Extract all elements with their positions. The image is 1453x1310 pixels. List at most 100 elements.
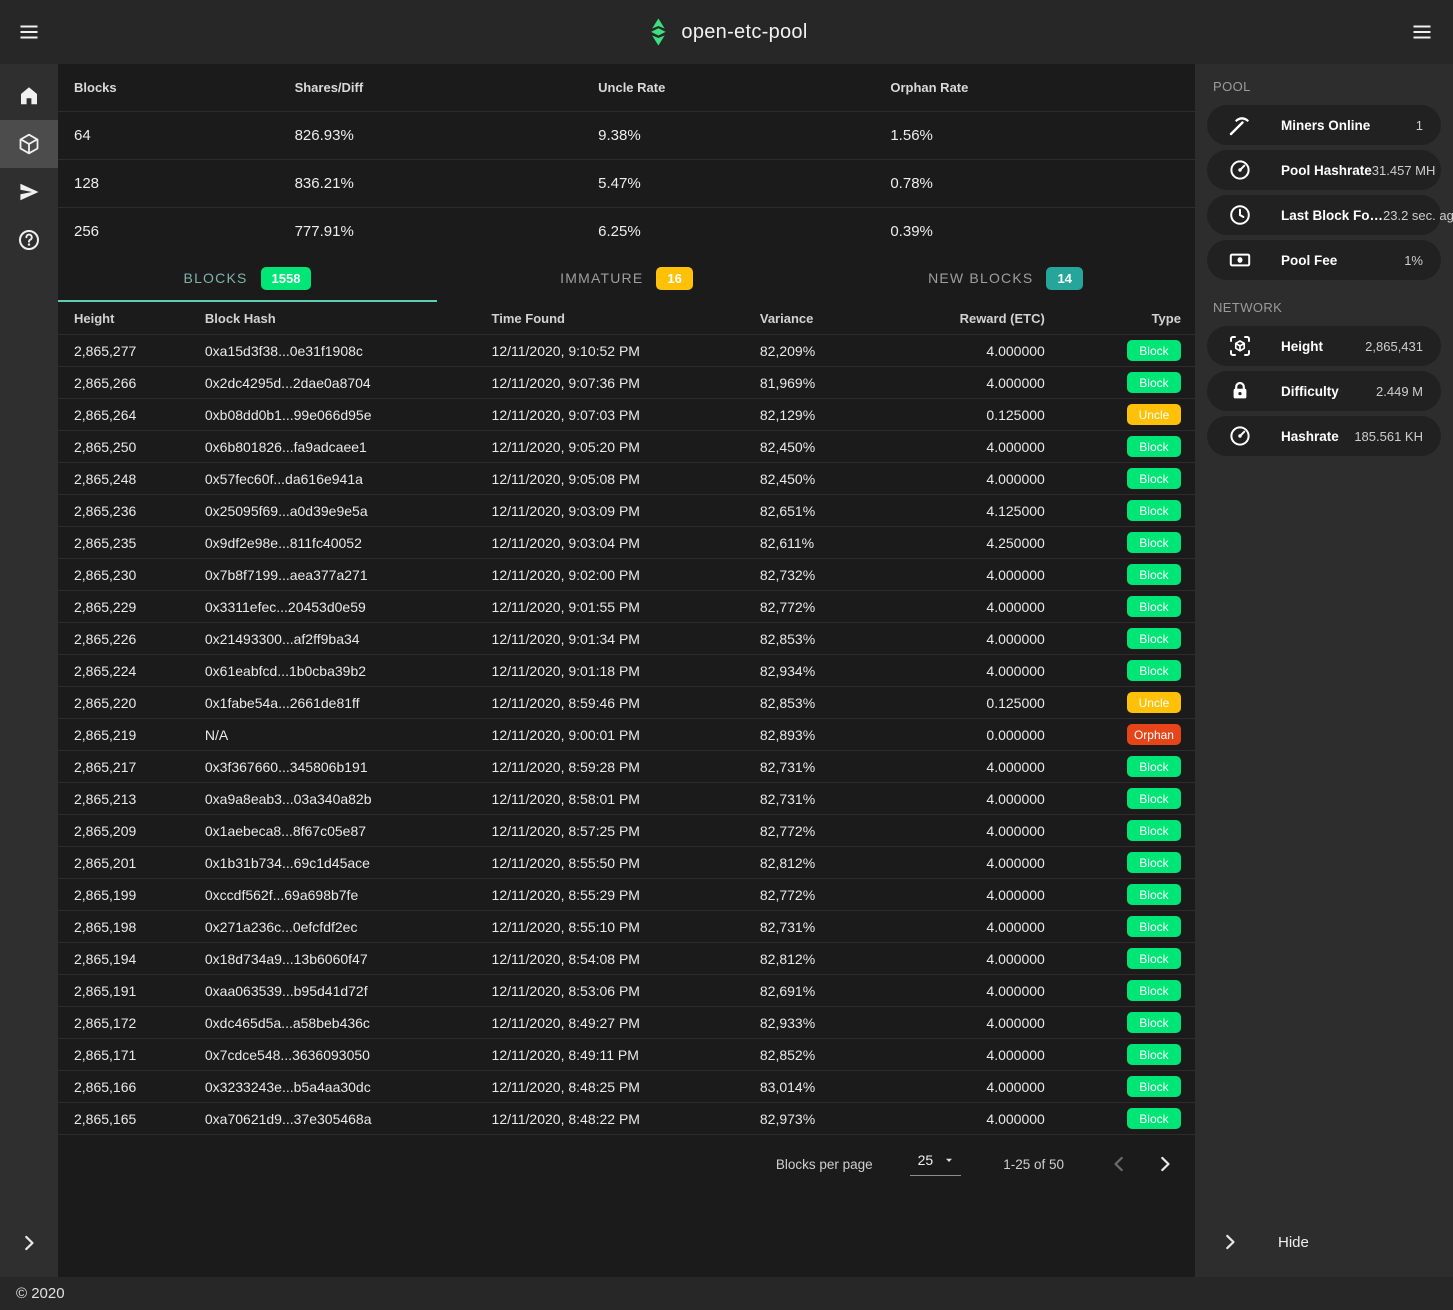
sidebar-item-payments[interactable] — [0, 168, 58, 216]
type-badge: Block — [1127, 532, 1181, 553]
tab-blocks[interactable]: BLOCKS1558 — [58, 256, 437, 302]
hash-cell: 0xa70621d9...37e305468a — [190, 1111, 478, 1127]
stat-label: Miners Online — [1281, 118, 1370, 133]
height-cell: 2,865,191 — [58, 983, 190, 999]
pool-sidebar: POOLMiners Online1Pool Hashrate31.457 MH… — [1195, 64, 1453, 1277]
section-title-pool: POOL — [1195, 64, 1453, 105]
table-row: 2,865,2770xa15d3f38...0e31f1908c12/11/20… — [58, 335, 1195, 367]
height-cell: 2,865,219 — [58, 727, 190, 743]
type-badge: Block — [1127, 1108, 1181, 1129]
chevron-right-icon — [1154, 1153, 1176, 1175]
blocks-header-cell: Time Found — [478, 311, 746, 326]
blocks-header-cell: Reward (ETC) — [862, 311, 1061, 326]
type-badge: Block — [1127, 756, 1181, 777]
tab-immature[interactable]: IMMATURE16 — [437, 256, 816, 302]
blocks-table: 2,865,2770xa15d3f38...0e31f1908c12/11/20… — [58, 335, 1195, 1135]
section-title-network: NETWORK — [1195, 285, 1453, 326]
table-row: 2,865,2360x25095f69...a0d39e9e5a12/11/20… — [58, 495, 1195, 527]
table-row: 2,865,2480x57fec60f...da616e941a12/11/20… — [58, 463, 1195, 495]
stats-header-cell: Blocks — [58, 64, 279, 112]
height-cell: 2,865,250 — [58, 439, 190, 455]
sidebar-item-home[interactable] — [0, 72, 58, 120]
time-cell: 12/11/2020, 8:53:06 PM — [478, 983, 746, 999]
height-cell: 2,865,264 — [58, 407, 190, 423]
variance-cell: 82,772% — [746, 599, 862, 615]
type-badge: Block — [1127, 1044, 1181, 1065]
pagination-bar: Blocks per page 25 1-25 of 50 — [58, 1135, 1195, 1193]
height-cell: 2,865,224 — [58, 663, 190, 679]
menu-button[interactable] — [8, 11, 50, 53]
next-page-button[interactable] — [1152, 1151, 1178, 1177]
page-size-select[interactable]: 25 — [910, 1152, 962, 1176]
time-cell: 12/11/2020, 9:01:18 PM — [478, 663, 746, 679]
stat-value: 2.449 M — [1376, 384, 1423, 399]
type-cell: Block — [1061, 1076, 1195, 1097]
type-cell: Block — [1061, 1044, 1195, 1065]
reward-cell: 4.000000 — [862, 1047, 1061, 1063]
table-row: 2,865,219N/A12/11/2020, 9:00:01 PM82,893… — [58, 719, 1195, 751]
hash-cell: 0x6b801826...fa9adcaee1 — [190, 439, 478, 455]
table-row: 2,865,2300x7b8f7199...aea377a27112/11/20… — [58, 559, 1195, 591]
sidebar-expand-button[interactable] — [0, 1229, 58, 1257]
hide-sidebar-button[interactable]: Hide — [1195, 1227, 1453, 1257]
type-badge: Uncle — [1127, 404, 1181, 425]
type-cell: Block — [1061, 564, 1195, 585]
time-cell: 12/11/2020, 8:48:22 PM — [478, 1111, 746, 1127]
blocks-header-cell: Variance — [746, 311, 862, 326]
height-cell: 2,865,198 — [58, 919, 190, 935]
stat-item: Hashrate185.561 KH — [1207, 416, 1441, 456]
reward-cell: 0.125000 — [862, 407, 1061, 423]
chevron-right-icon — [1219, 1231, 1241, 1253]
caret-down-icon — [943, 1154, 955, 1166]
page-range-label: 1-25 of 50 — [1003, 1157, 1064, 1172]
time-cell: 12/11/2020, 8:54:08 PM — [478, 951, 746, 967]
stats-cell: 5.47% — [582, 160, 874, 208]
stat-label: Last Block Fo… — [1281, 208, 1383, 223]
height-cell: 2,865,165 — [58, 1111, 190, 1127]
table-row: 2,865,2240x61eabfcd...1b0cba39b212/11/20… — [58, 655, 1195, 687]
height-cell: 2,865,277 — [58, 343, 190, 359]
stats-header-cell: Shares/Diff — [279, 64, 583, 112]
blocks-tabs: BLOCKS1558IMMATURE16NEW BLOCKS14 — [58, 256, 1195, 302]
right-menu-button[interactable] — [1401, 11, 1443, 53]
hash-cell: 0x2dc4295d...2dae0a8704 — [190, 375, 478, 391]
height-cell: 2,865,209 — [58, 823, 190, 839]
type-cell: Orphan — [1061, 724, 1195, 745]
reward-cell: 4.000000 — [862, 567, 1061, 583]
table-row: 2,865,2260x21493300...af2ff9ba3412/11/20… — [58, 623, 1195, 655]
stat-value: 1 — [1416, 118, 1423, 133]
type-badge: Block — [1127, 372, 1181, 393]
table-row: 2,865,2640xb08dd0b1...99e066d95e12/11/20… — [58, 399, 1195, 431]
variance-cell: 82,812% — [746, 951, 862, 967]
time-cell: 12/11/2020, 9:01:34 PM — [478, 631, 746, 647]
stats-cell: 826.93% — [279, 112, 583, 160]
time-cell: 12/11/2020, 8:58:01 PM — [478, 791, 746, 807]
tab-new-blocks[interactable]: NEW BLOCKS14 — [816, 256, 1195, 302]
etc-logo-icon — [645, 17, 670, 47]
variance-cell: 82,731% — [746, 791, 862, 807]
sidebar-item-help[interactable] — [0, 216, 58, 264]
type-badge: Block — [1127, 788, 1181, 809]
main-content: BlocksShares/DiffUncle RateOrphan Rate64… — [58, 64, 1195, 1277]
app-title: open-etc-pool — [681, 21, 807, 44]
prev-page-button[interactable] — [1106, 1151, 1132, 1177]
gauge-icon — [1228, 158, 1252, 182]
time-cell: 12/11/2020, 9:05:08 PM — [478, 471, 746, 487]
tab-label: NEW BLOCKS — [928, 270, 1033, 286]
variance-cell: 82,812% — [746, 855, 862, 871]
type-cell: Block — [1061, 884, 1195, 905]
reward-cell: 4.000000 — [862, 1015, 1061, 1031]
time-cell: 12/11/2020, 8:55:50 PM — [478, 855, 746, 871]
stats-header-cell: Uncle Rate — [582, 64, 874, 112]
type-cell: Block — [1061, 1012, 1195, 1033]
stats-cell: 0.78% — [874, 160, 1195, 208]
brand: open-etc-pool — [645, 17, 807, 47]
table-row: 2,865,1660x3233243e...b5a4aa30dc12/11/20… — [58, 1071, 1195, 1103]
rows-per-page-label: Blocks per page — [776, 1157, 873, 1172]
type-badge: Block — [1127, 916, 1181, 937]
height-cell: 2,865,201 — [58, 855, 190, 871]
variance-cell: 82,209% — [746, 343, 862, 359]
variance-cell: 82,450% — [746, 471, 862, 487]
sidebar-item-blocks[interactable] — [0, 120, 58, 168]
height-cell: 2,865,199 — [58, 887, 190, 903]
